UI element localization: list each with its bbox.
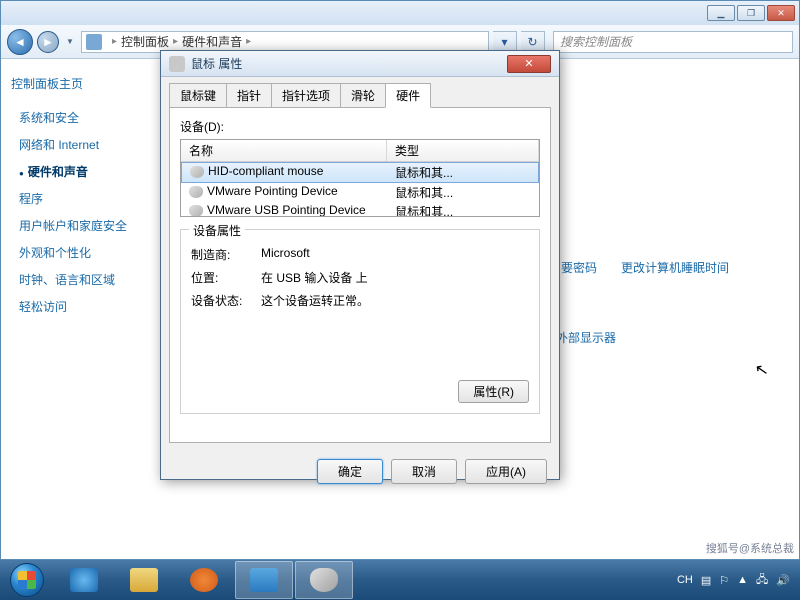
device-type: 鼠标和其... xyxy=(387,203,539,217)
sidebar-item-clock[interactable]: 时钟、语言和区域 xyxy=(11,266,151,293)
mfr-value: Microsoft xyxy=(261,246,529,263)
sidebar-item-system[interactable]: 系统和安全 xyxy=(11,104,151,131)
dialog-title: 鼠标 属性 xyxy=(191,55,507,72)
search-placeholder: 搜索控制面板 xyxy=(560,33,632,50)
control-panel-icon xyxy=(86,34,102,50)
bg-link[interactable]: 要密码 xyxy=(561,259,597,276)
devices-label: 设备(D): xyxy=(180,118,540,135)
breadcrumb-sep: ▸ xyxy=(246,36,251,47)
device-type: 鼠标和其... xyxy=(387,184,539,201)
device-name: VMware Pointing Device xyxy=(207,184,338,198)
loc-value: 在 USB 输入设备 上 xyxy=(261,269,529,286)
windows-orb-icon xyxy=(10,563,44,597)
folder-icon xyxy=(130,568,158,592)
wmp-icon xyxy=(190,568,218,592)
breadcrumb-seg[interactable]: 控制面板 xyxy=(121,33,169,50)
dialog-titlebar[interactable]: 鼠标 属性 ✕ xyxy=(161,51,559,77)
device-row[interactable]: VMware Pointing Device 鼠标和其... xyxy=(181,183,539,202)
sidebar-item-ease[interactable]: 轻松访问 xyxy=(11,293,151,320)
device-list[interactable]: 名称 类型 HID-compliant mouse 鼠标和其... VMware… xyxy=(180,139,540,217)
breadcrumb-sep: ▸ xyxy=(112,36,117,47)
tray-volume-icon[interactable]: 🔊 xyxy=(776,574,790,587)
maximize-button[interactable]: ❐ xyxy=(737,5,765,21)
dialog-button-row: 确定 取消 应用(A) xyxy=(161,451,559,492)
tab-hardware[interactable]: 硬件 xyxy=(385,83,431,108)
sidebar-item-appearance[interactable]: 外观和个性化 xyxy=(11,239,151,266)
mouse-device-icon xyxy=(189,205,203,217)
taskbar-ie[interactable] xyxy=(55,561,113,599)
breadcrumb-sep: ▸ xyxy=(173,36,178,47)
close-button[interactable]: ✕ xyxy=(767,5,795,21)
start-button[interactable] xyxy=(0,560,54,600)
status-value: 这个设备运转正常。 xyxy=(261,292,529,309)
mouse-icon xyxy=(169,56,185,72)
tab-wheel[interactable]: 滑轮 xyxy=(340,83,386,108)
device-row[interactable]: HID-compliant mouse 鼠标和其... xyxy=(181,162,539,183)
tray-icon[interactable]: ▤ xyxy=(701,574,711,587)
ie-icon xyxy=(70,568,98,592)
properties-button[interactable]: 属性(R) xyxy=(458,380,529,403)
col-type[interactable]: 类型 xyxy=(387,140,539,161)
sidebar-item-programs[interactable]: 程序 xyxy=(11,185,151,212)
taskbar-control-panel[interactable] xyxy=(235,561,293,599)
loc-label: 位置: xyxy=(191,269,261,286)
search-input[interactable]: 搜索控制面板 xyxy=(553,31,793,53)
device-name: HID-compliant mouse xyxy=(208,164,323,178)
sidebar: 控制面板主页 系统和安全 网络和 Internet 硬件和声音 程序 用户帐户和… xyxy=(1,59,161,559)
bg-link[interactable]: 外部显示器 xyxy=(556,329,616,346)
forward-button[interactable]: ► xyxy=(37,31,59,53)
tab-buttons[interactable]: 鼠标键 xyxy=(169,83,227,108)
tray-flag-icon[interactable]: ⚐ xyxy=(719,574,729,587)
sidebar-home[interactable]: 控制面板主页 xyxy=(11,75,151,92)
sidebar-item-hardware[interactable]: 硬件和声音 xyxy=(11,158,151,185)
mfr-label: 制造商: xyxy=(191,246,261,263)
device-type: 鼠标和其... xyxy=(387,164,538,181)
tab-pointer-options[interactable]: 指针选项 xyxy=(271,83,341,108)
sidebar-item-users[interactable]: 用户帐户和家庭安全 xyxy=(11,212,151,239)
sidebar-item-network[interactable]: 网络和 Internet xyxy=(11,131,151,158)
control-panel-icon xyxy=(250,568,278,592)
breadcrumb-seg[interactable]: 硬件和声音 xyxy=(182,33,242,50)
mouse-properties-dialog: 鼠标 属性 ✕ 鼠标键 指针 指针选项 滑轮 硬件 设备(D): 名称 类型 H… xyxy=(160,50,560,480)
minimize-button[interactable]: ▁ xyxy=(707,5,735,21)
ime-indicator[interactable]: CH xyxy=(677,574,693,586)
mouse-icon xyxy=(310,568,338,592)
cancel-button[interactable]: 取消 xyxy=(391,459,457,484)
tray-up-icon[interactable]: ▲ xyxy=(737,574,748,586)
mouse-device-icon xyxy=(189,186,203,198)
back-button[interactable]: ◄ xyxy=(7,29,33,55)
window-titlebar: ▁ ❐ ✕ xyxy=(1,1,799,25)
tab-panel-hardware: 设备(D): 名称 类型 HID-compliant mouse 鼠标和其...… xyxy=(169,107,551,443)
device-row[interactable]: VMware USB Pointing Device 鼠标和其... xyxy=(181,202,539,217)
col-name[interactable]: 名称 xyxy=(181,140,387,161)
mouse-device-icon xyxy=(190,166,204,178)
tab-row: 鼠标键 指针 指针选项 滑轮 硬件 xyxy=(161,77,559,108)
device-properties-group: 设备属性 制造商: Microsoft 位置: 在 USB 输入设备 上 设备状… xyxy=(180,229,540,414)
ok-button[interactable]: 确定 xyxy=(317,459,383,484)
device-name: VMware USB Pointing Device xyxy=(207,203,366,217)
taskbar-mouse-dialog[interactable] xyxy=(295,561,353,599)
group-title: 设备属性 xyxy=(189,222,245,239)
list-header: 名称 类型 xyxy=(181,140,539,162)
dialog-close-button[interactable]: ✕ xyxy=(507,55,551,73)
apply-button[interactable]: 应用(A) xyxy=(465,459,547,484)
taskbar: CH ▤ ⚐ ▲ 🖧 🔊 xyxy=(0,560,800,600)
history-dropdown[interactable]: ▼ xyxy=(63,30,77,54)
watermark-text: 搜狐号@系统总裁 xyxy=(706,540,794,556)
taskbar-explorer[interactable] xyxy=(115,561,173,599)
status-label: 设备状态: xyxy=(191,292,261,309)
taskbar-wmp[interactable] xyxy=(175,561,233,599)
bg-link[interactable]: 更改计算机睡眠时间 xyxy=(621,259,729,276)
tab-pointers[interactable]: 指针 xyxy=(226,83,272,108)
system-tray: CH ▤ ⚐ ▲ 🖧 🔊 xyxy=(677,571,800,590)
tray-network-icon[interactable]: 🖧 xyxy=(756,571,768,590)
